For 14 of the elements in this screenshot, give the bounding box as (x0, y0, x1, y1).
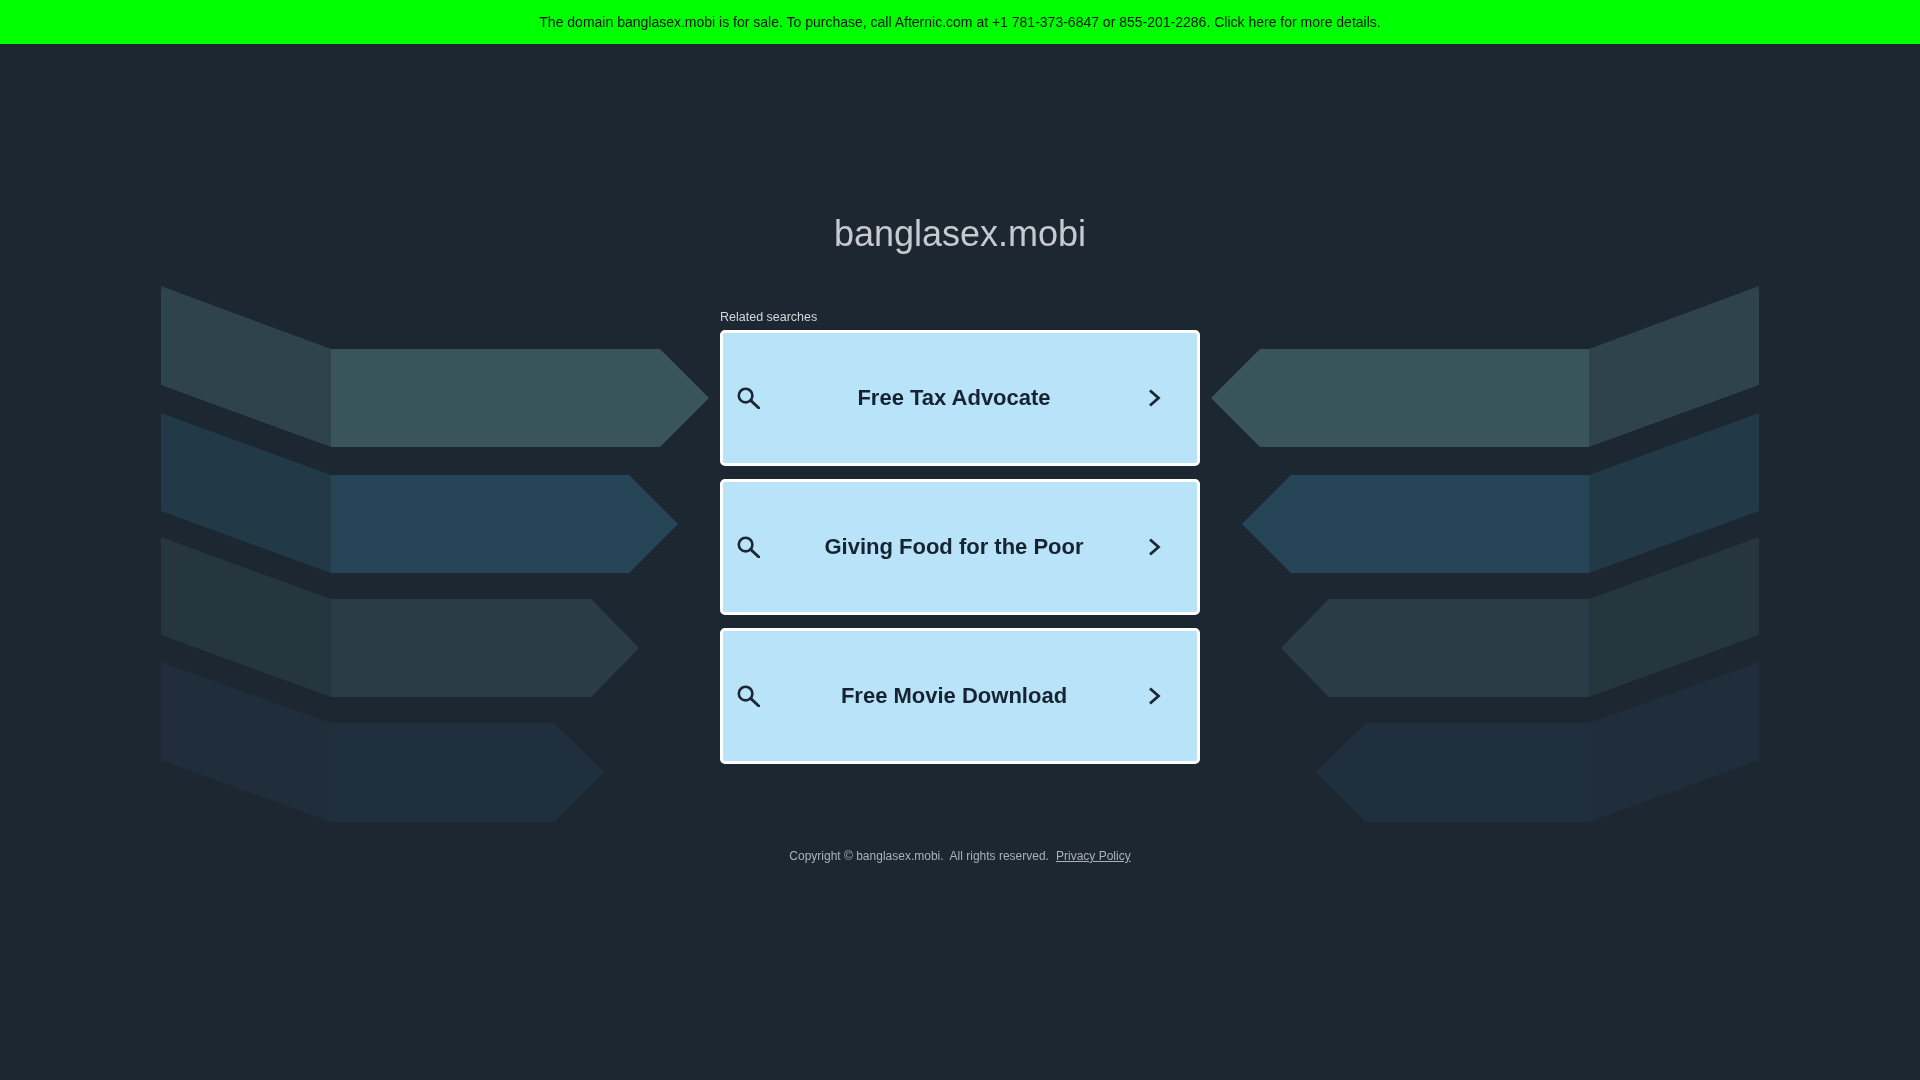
search-icon (737, 387, 760, 409)
sale-notice-banner[interactable]: The domain banglasex.mobi is for sale. To purchase, call Afternic.com at +1 781-373-6847 or 855-201-2286. Click here for more details. (0, 0, 1920, 44)
related-search-button[interactable]: Free Movie Download (720, 628, 1200, 764)
domain-title: banglasex.mobi (833, 213, 1087, 255)
chevron-right-icon (1148, 538, 1161, 556)
copyright-text: Copyright © banglasex.mobi. All rights reserved. (789, 848, 1049, 864)
search-icon (737, 536, 760, 558)
chevron-right-icon (1148, 389, 1161, 407)
related-searches-label: Related searches (720, 309, 818, 325)
related-search-button[interactable]: Giving Food for the Poor (720, 479, 1200, 615)
related-search-button[interactable]: Free Tax Advocate (720, 330, 1200, 466)
privacy-policy-link[interactable]: Privacy Policy (1055, 848, 1131, 864)
search-icon (737, 685, 760, 707)
chevron-right-icon (1148, 687, 1161, 705)
